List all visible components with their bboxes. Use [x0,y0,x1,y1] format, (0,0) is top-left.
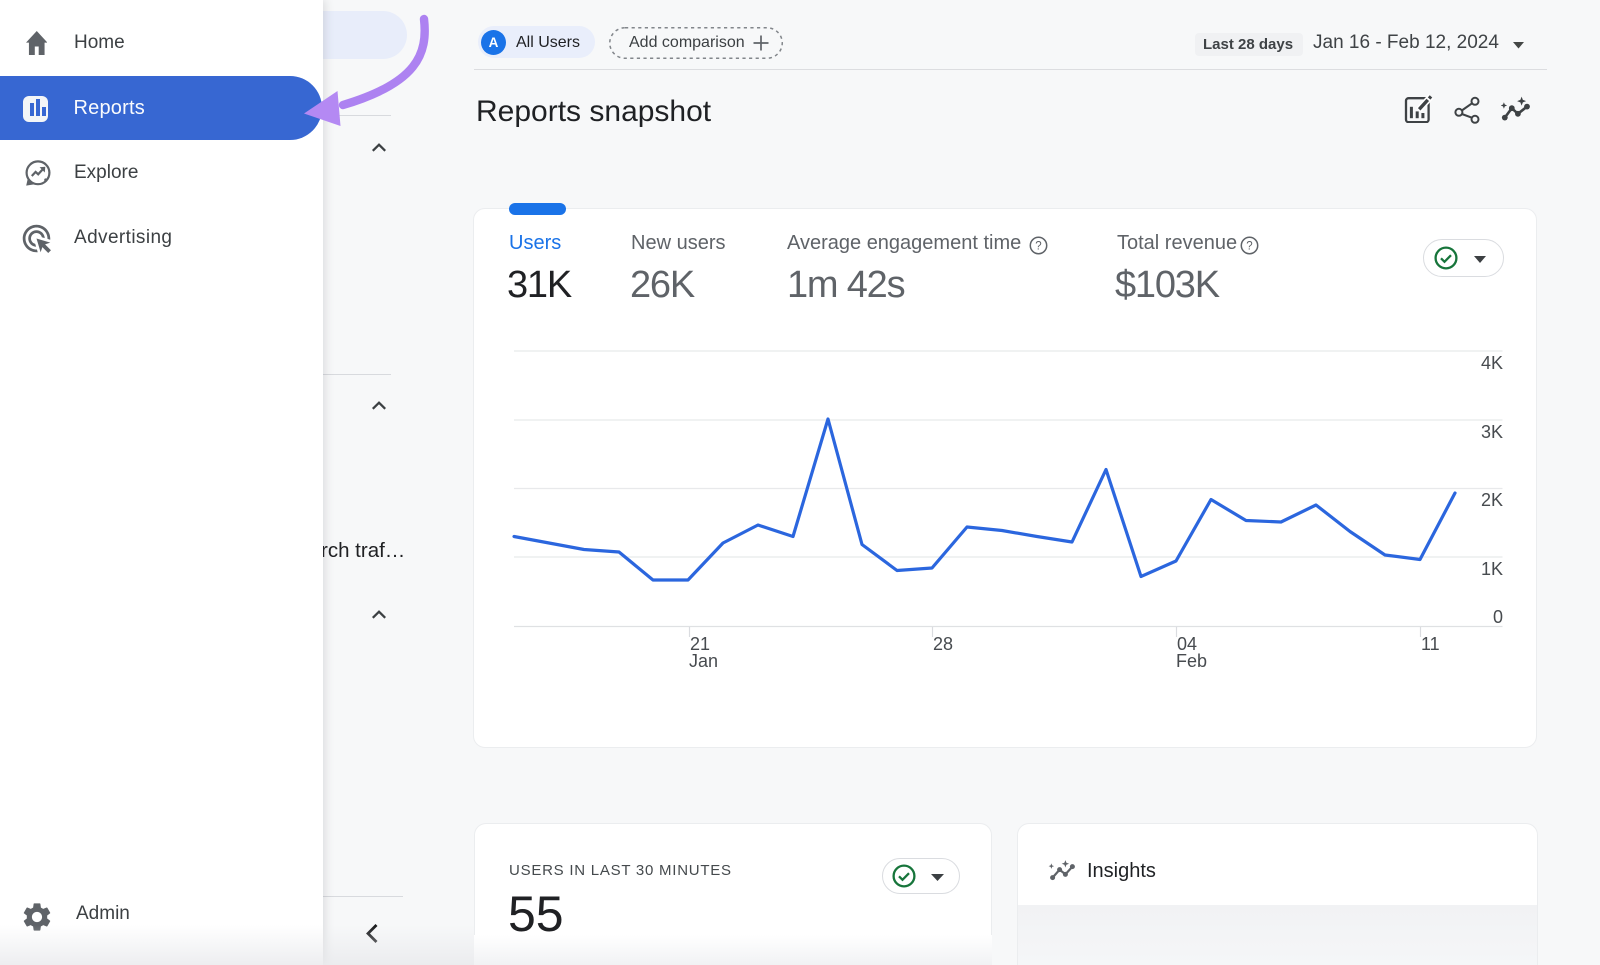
svg-text:?: ? [1035,241,1041,253]
svg-text:?: ? [1246,241,1252,253]
